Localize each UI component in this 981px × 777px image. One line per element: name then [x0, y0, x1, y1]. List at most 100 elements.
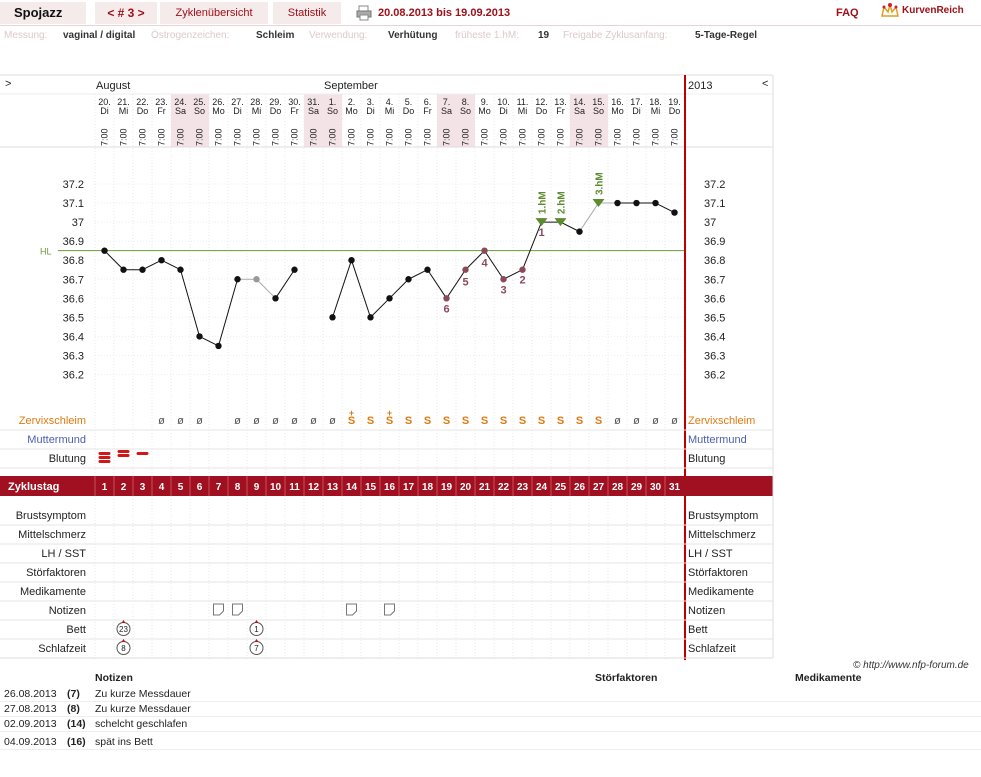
note-icon[interactable] [384, 603, 395, 616]
y-tick-right: 37 [704, 217, 716, 229]
zervix-value: ø [272, 415, 279, 427]
day-time: 7:00 [556, 128, 566, 146]
day-time: 7:00 [328, 128, 338, 146]
low-label: 2 [519, 275, 525, 287]
zyklustag-num: 13 [327, 482, 339, 493]
zyklustag-num: 20 [460, 482, 472, 493]
day-time: 7:00 [404, 128, 414, 146]
low-label: 1 [538, 227, 544, 239]
low-label: 6 [443, 303, 449, 315]
row-label-right: LH / SST [688, 548, 733, 560]
note-icon[interactable] [213, 603, 224, 616]
zyklustag-num: 29 [631, 482, 643, 493]
row-label-right: Brustsymptom [688, 510, 758, 522]
low-label: 5 [462, 277, 468, 289]
year-label: 2013 [688, 80, 712, 92]
y-tick-left: 36.7 [63, 274, 84, 286]
y-tick-right: 36.9 [704, 236, 725, 248]
temp-point [291, 266, 298, 273]
nfp-chart-app: Spojazz < # 3 > Zyklenübersicht Statisti… [0, 0, 981, 777]
zyklustag-num: 1 [102, 482, 108, 493]
row-label-right: Notizen [688, 605, 725, 617]
note-cell: 27.08.2013 [4, 703, 57, 715]
zyklustag-num: 5 [178, 482, 184, 493]
scroll-right-arrow[interactable]: < [762, 78, 768, 90]
note-cell: 26.08.2013 [4, 688, 57, 700]
temp-point [671, 209, 678, 216]
day-weekday: Sa [574, 106, 585, 116]
day-weekday: Mi [385, 106, 395, 116]
note-cell: spät ins Bett [95, 736, 153, 748]
note-cell: Zu kurze Messdauer [95, 688, 191, 700]
y-tick-left: 36.8 [63, 255, 84, 267]
zervix-plus: + [349, 408, 354, 418]
day-time: 7:00 [138, 128, 148, 146]
temp-point [348, 257, 355, 264]
row-label-right: Zervixschleim [688, 415, 755, 427]
day-time: 7:00 [575, 128, 585, 146]
zervix-value: ø [310, 415, 317, 427]
zyklustag-label: Zyklustag [8, 481, 59, 493]
row-label-right: Schlafzeit [688, 643, 736, 655]
temp-point [234, 276, 241, 283]
day-time: 7:00 [347, 128, 357, 146]
note-icon[interactable] [346, 603, 357, 616]
note-cell: Zu kurze Messdauer [95, 703, 191, 715]
note-cell: 02.09.2013 [4, 718, 57, 730]
day-time: 7:00 [632, 128, 642, 146]
y-tick-left: 37 [72, 217, 84, 229]
temp-point [462, 266, 469, 273]
temperature-chart: 37.2 37.237.1 37.137 3736.9 36.936.8 36.836.7… [0, 74, 774, 660]
low-label: 3 [500, 284, 506, 296]
row-label-left: Zervixschleim [19, 415, 86, 427]
day-weekday: Do [137, 106, 149, 116]
zervix-value: ø [329, 415, 336, 427]
day-time: 7:00 [176, 128, 186, 146]
y-tick-right: 36.3 [704, 350, 725, 362]
zyklustag-num: 10 [270, 482, 282, 493]
temp-point [405, 276, 412, 283]
zervix-value: S [367, 415, 374, 427]
month-august: August [96, 80, 130, 92]
day-time: 7:00 [461, 128, 471, 146]
day-time: 7:00 [594, 128, 604, 146]
day-time: 7:00 [537, 128, 547, 146]
row-label-right: Medikamente [688, 586, 754, 598]
note-icon[interactable] [232, 603, 243, 616]
day-time: 7:00 [290, 128, 300, 146]
zyklustag-num: 18 [422, 482, 434, 493]
temp-point [633, 199, 640, 207]
zervix-value: S [443, 415, 450, 427]
day-time: 7:00 [233, 128, 243, 146]
day-weekday: Do [669, 106, 681, 116]
y-tick-right: 36.2 [704, 370, 725, 382]
day-weekday: So [194, 106, 205, 116]
day-time: 7:00 [385, 128, 395, 146]
y-tick-left: 36.5 [63, 312, 84, 324]
zyklustag-num: 21 [479, 482, 491, 493]
zyklustag-num: 23 [517, 482, 529, 493]
low-label: 4 [481, 258, 488, 270]
day-weekday: Di [100, 106, 109, 116]
scroll-left-arrow[interactable]: > [5, 78, 11, 90]
temp-point [443, 295, 450, 302]
temp-point [386, 295, 393, 302]
note-cell: (8) [67, 703, 80, 715]
hm-label: 3.hM [595, 172, 606, 195]
day-weekday: Sa [175, 106, 186, 116]
day-weekday: Di [632, 106, 641, 116]
blood-mark [117, 454, 130, 457]
day-time: 7:00 [309, 128, 319, 146]
zyklustag-num: 31 [669, 482, 681, 493]
day-weekday: Mi [518, 106, 528, 116]
zyklustag-num: 14 [346, 482, 358, 493]
day-time: 7:00 [366, 128, 376, 146]
zervix-value: ø [253, 415, 260, 427]
y-tick-right: 36.6 [704, 293, 725, 305]
temp-point [500, 276, 507, 283]
temp-point [367, 314, 374, 321]
schlaf-badge-text: 7 [254, 644, 259, 653]
day-weekday: Sa [441, 106, 452, 116]
note-cell: (14) [67, 718, 86, 730]
temp-point [253, 276, 260, 283]
